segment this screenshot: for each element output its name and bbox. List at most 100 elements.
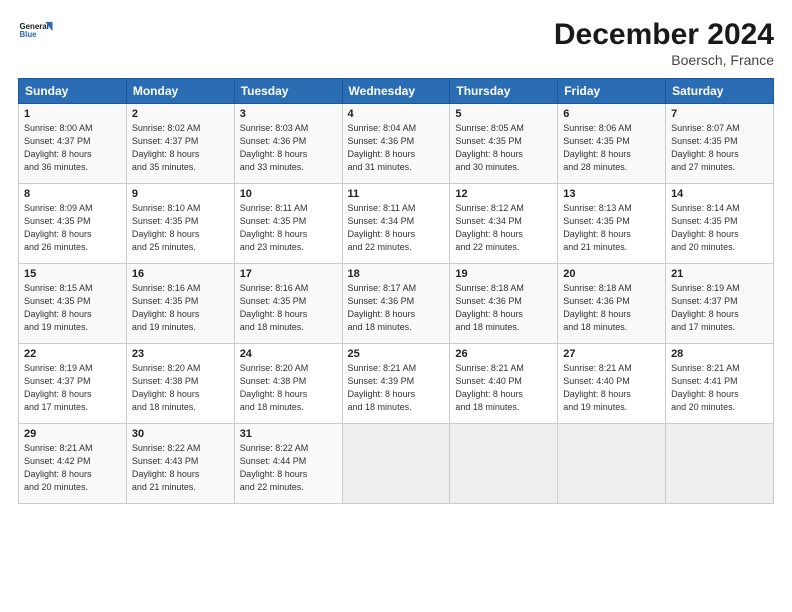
logo-icon: General Blue [18, 18, 54, 46]
day-cell: 29 Sunrise: 8:21 AM Sunset: 4:42 PM Dayli… [19, 424, 127, 504]
day-number: 15 [24, 268, 121, 280]
day-number: 13 [563, 188, 660, 200]
day-cell: 4 Sunrise: 8:04 AM Sunset: 4:36 PM Daylig… [342, 104, 450, 184]
day-cell: 11 Sunrise: 8:11 AM Sunset: 4:34 PM Dayli… [342, 184, 450, 264]
day-info: Sunrise: 8:00 AM Sunset: 4:37 PM Dayligh… [24, 122, 121, 174]
day-number: 24 [240, 348, 337, 360]
day-number: 29 [24, 428, 121, 440]
day-cell: 21Sunrise: 8:19 AM Sunset: 4:37 PM Dayli… [666, 264, 774, 344]
day-number: 16 [132, 268, 229, 280]
day-info: Sunrise: 8:04 AM Sunset: 4:36 PM Dayligh… [348, 122, 445, 174]
day-info: Sunrise: 8:21 AM Sunset: 4:40 PM Dayligh… [455, 362, 552, 414]
day-cell: 14 Sunrise: 8:14 AM Sunset: 4:35 PM Dayli… [666, 184, 774, 264]
day-cell: 2 Sunrise: 8:02 AM Sunset: 4:37 PM Daylig… [126, 104, 234, 184]
day-cell: 7Sunrise: 8:07 AM Sunset: 4:35 PM Daylig… [666, 104, 774, 184]
day-number: 11 [348, 188, 445, 200]
day-info: Sunrise: 8:21 AM Sunset: 4:40 PM Dayligh… [563, 362, 660, 414]
location: Boersch, France [554, 52, 774, 68]
calendar-table: SundayMondayTuesdayWednesdayThursdayFrid… [18, 78, 774, 504]
week-row: 15 Sunrise: 8:15 AM Sunset: 4:35 PM Dayli… [19, 264, 774, 344]
day-info: Sunrise: 8:06 AM Sunset: 4:35 PM Dayligh… [563, 122, 660, 174]
day-number: 26 [455, 348, 552, 360]
day-cell: 31Sunrise: 8:22 AM Sunset: 4:44 PM Dayli… [234, 424, 342, 504]
day-cell [666, 424, 774, 504]
day-cell: 22 Sunrise: 8:19 AM Sunset: 4:37 PM Dayli… [19, 344, 127, 424]
day-info: Sunrise: 8:07 AM Sunset: 4:35 PM Dayligh… [671, 122, 768, 174]
day-info: Sunrise: 8:18 AM Sunset: 4:36 PM Dayligh… [563, 282, 660, 334]
day-cell: 17 Sunrise: 8:16 AM Sunset: 4:35 PM Dayli… [234, 264, 342, 344]
day-info: Sunrise: 8:22 AM Sunset: 4:44 PM Dayligh… [240, 442, 337, 494]
day-number: 19 [455, 268, 552, 280]
day-number: 20 [563, 268, 660, 280]
day-info: Sunrise: 8:22 AM Sunset: 4:43 PM Dayligh… [132, 442, 229, 494]
day-cell: 20 Sunrise: 8:18 AM Sunset: 4:36 PM Dayli… [558, 264, 666, 344]
day-number: 27 [563, 348, 660, 360]
day-info: Sunrise: 8:20 AM Sunset: 4:38 PM Dayligh… [240, 362, 337, 414]
header-row: SundayMondayTuesdayWednesdayThursdayFrid… [19, 79, 774, 104]
day-info: Sunrise: 8:19 AM Sunset: 4:37 PM Dayligh… [24, 362, 121, 414]
day-info: Sunrise: 8:14 AM Sunset: 4:35 PM Dayligh… [671, 202, 768, 254]
day-number: 17 [240, 268, 337, 280]
day-info: Sunrise: 8:16 AM Sunset: 4:35 PM Dayligh… [240, 282, 337, 334]
day-info: Sunrise: 8:05 AM Sunset: 4:35 PM Dayligh… [455, 122, 552, 174]
col-header-tuesday: Tuesday [234, 79, 342, 104]
col-header-wednesday: Wednesday [342, 79, 450, 104]
header: General Blue December 2024 Boersch, Fran… [18, 18, 774, 68]
day-number: 22 [24, 348, 121, 360]
day-info: Sunrise: 8:02 AM Sunset: 4:37 PM Dayligh… [132, 122, 229, 174]
day-info: Sunrise: 8:11 AM Sunset: 4:34 PM Dayligh… [348, 202, 445, 254]
day-cell: 16 Sunrise: 8:16 AM Sunset: 4:35 PM Dayli… [126, 264, 234, 344]
col-header-friday: Friday [558, 79, 666, 104]
week-row: 1 Sunrise: 8:00 AM Sunset: 4:37 PM Daylig… [19, 104, 774, 184]
day-cell: 28 Sunrise: 8:21 AM Sunset: 4:41 PM Dayli… [666, 344, 774, 424]
day-number: 1 [24, 108, 121, 120]
day-number: 30 [132, 428, 229, 440]
day-info: Sunrise: 8:13 AM Sunset: 4:35 PM Dayligh… [563, 202, 660, 254]
week-row: 8 Sunrise: 8:09 AM Sunset: 4:35 PM Daylig… [19, 184, 774, 264]
day-cell: 25Sunrise: 8:21 AM Sunset: 4:39 PM Dayli… [342, 344, 450, 424]
day-info: Sunrise: 8:19 AM Sunset: 4:37 PM Dayligh… [671, 282, 768, 334]
day-cell: 24 Sunrise: 8:20 AM Sunset: 4:38 PM Dayli… [234, 344, 342, 424]
day-info: Sunrise: 8:21 AM Sunset: 4:39 PM Dayligh… [348, 362, 445, 414]
day-info: Sunrise: 8:18 AM Sunset: 4:36 PM Dayligh… [455, 282, 552, 334]
day-number: 28 [671, 348, 768, 360]
day-info: Sunrise: 8:03 AM Sunset: 4:36 PM Dayligh… [240, 122, 337, 174]
week-row: 22 Sunrise: 8:19 AM Sunset: 4:37 PM Dayli… [19, 344, 774, 424]
col-header-saturday: Saturday [666, 79, 774, 104]
day-number: 23 [132, 348, 229, 360]
day-cell: 30 Sunrise: 8:22 AM Sunset: 4:43 PM Dayli… [126, 424, 234, 504]
day-cell: 18 Sunrise: 8:17 AM Sunset: 4:36 PM Dayli… [342, 264, 450, 344]
day-cell: 13 Sunrise: 8:13 AM Sunset: 4:35 PM Dayli… [558, 184, 666, 264]
day-info: Sunrise: 8:21 AM Sunset: 4:42 PM Dayligh… [24, 442, 121, 494]
day-number: 4 [348, 108, 445, 120]
col-header-thursday: Thursday [450, 79, 558, 104]
day-cell: 19 Sunrise: 8:18 AM Sunset: 4:36 PM Dayli… [450, 264, 558, 344]
logo: General Blue [18, 18, 56, 46]
day-cell: 1 Sunrise: 8:00 AM Sunset: 4:37 PM Daylig… [19, 104, 127, 184]
day-number: 2 [132, 108, 229, 120]
title-block: December 2024 Boersch, France [554, 18, 774, 68]
day-cell: 12Sunrise: 8:12 AM Sunset: 4:34 PM Dayli… [450, 184, 558, 264]
day-info: Sunrise: 8:17 AM Sunset: 4:36 PM Dayligh… [348, 282, 445, 334]
day-info: Sunrise: 8:09 AM Sunset: 4:35 PM Dayligh… [24, 202, 121, 254]
day-cell: 8 Sunrise: 8:09 AM Sunset: 4:35 PM Daylig… [19, 184, 127, 264]
day-cell [342, 424, 450, 504]
day-number: 14 [671, 188, 768, 200]
day-info: Sunrise: 8:10 AM Sunset: 4:35 PM Dayligh… [132, 202, 229, 254]
day-number: 3 [240, 108, 337, 120]
day-info: Sunrise: 8:15 AM Sunset: 4:35 PM Dayligh… [24, 282, 121, 334]
day-cell: 15 Sunrise: 8:15 AM Sunset: 4:35 PM Dayli… [19, 264, 127, 344]
month-title: December 2024 [554, 18, 774, 52]
day-number: 8 [24, 188, 121, 200]
day-cell: 26 Sunrise: 8:21 AM Sunset: 4:40 PM Dayli… [450, 344, 558, 424]
day-info: Sunrise: 8:21 AM Sunset: 4:41 PM Dayligh… [671, 362, 768, 414]
day-cell [450, 424, 558, 504]
day-cell: 3 Sunrise: 8:03 AM Sunset: 4:36 PM Daylig… [234, 104, 342, 184]
day-number: 12 [455, 188, 552, 200]
day-number: 18 [348, 268, 445, 280]
col-header-sunday: Sunday [19, 79, 127, 104]
day-info: Sunrise: 8:20 AM Sunset: 4:38 PM Dayligh… [132, 362, 229, 414]
day-info: Sunrise: 8:16 AM Sunset: 4:35 PM Dayligh… [132, 282, 229, 334]
page: General Blue December 2024 Boersch, Fran… [0, 0, 792, 612]
day-info: Sunrise: 8:11 AM Sunset: 4:35 PM Dayligh… [240, 202, 337, 254]
